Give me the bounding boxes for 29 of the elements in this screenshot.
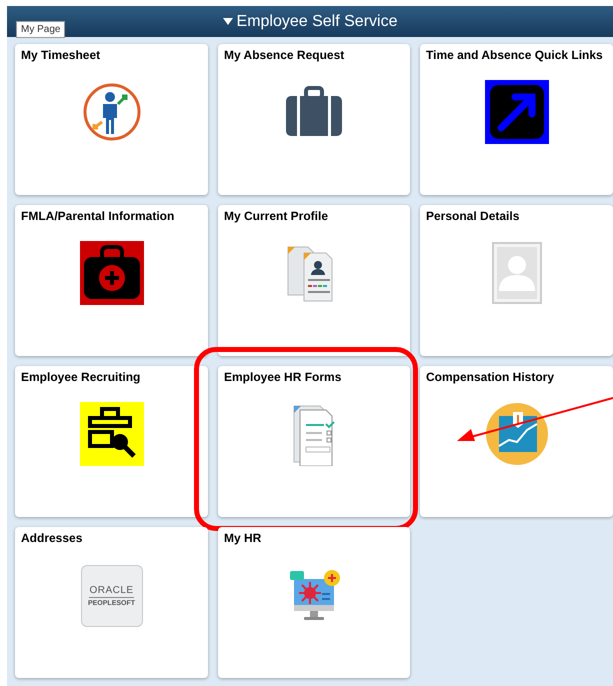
page-title[interactable]: Employee Self Service — [236, 12, 398, 30]
tile[interactable]: My Timesheet — [15, 44, 208, 195]
tile[interactable]: Time and Absence Quick Links — [420, 44, 613, 195]
briefcase-search-icon — [80, 402, 144, 466]
tooltip: My Page — [16, 21, 66, 38]
tile[interactable]: FMLA/Parental Information — [15, 205, 208, 356]
tile[interactable]: My Current Profile — [218, 205, 410, 356]
tile[interactable]: Compensation History — [420, 366, 613, 517]
tile-title: Time and Absence Quick Links — [425, 47, 604, 62]
medical-bag-icon — [80, 241, 144, 305]
tile-title: My Absence Request — [223, 47, 346, 62]
tile-title: Compensation History — [425, 369, 556, 384]
tile[interactable]: My Absence Request — [218, 44, 410, 195]
tile[interactable]: Employee Recruiting — [15, 366, 208, 517]
tile-title: Employee Recruiting — [20, 369, 142, 384]
logo-text: ORACLE — [89, 585, 134, 598]
tile-title: My HR — [223, 530, 262, 545]
tile[interactable]: My HR — [218, 527, 410, 678]
tile[interactable]: Employee HR Forms — [218, 366, 410, 517]
tile-title: Personal Details — [425, 208, 520, 223]
tile-title: Employee HR Forms — [223, 369, 342, 384]
tile-title: My Timesheet — [20, 47, 102, 62]
salary-chart-icon — [484, 402, 548, 466]
tile-title: FMLA/Parental Information — [20, 208, 176, 223]
tile-title: My Current Profile — [223, 208, 330, 223]
tile-title: Addresses — [20, 530, 84, 545]
tile[interactable]: Personal Details — [420, 205, 613, 356]
arrow-link-icon — [484, 80, 548, 144]
caret-icon[interactable] — [222, 18, 233, 25]
